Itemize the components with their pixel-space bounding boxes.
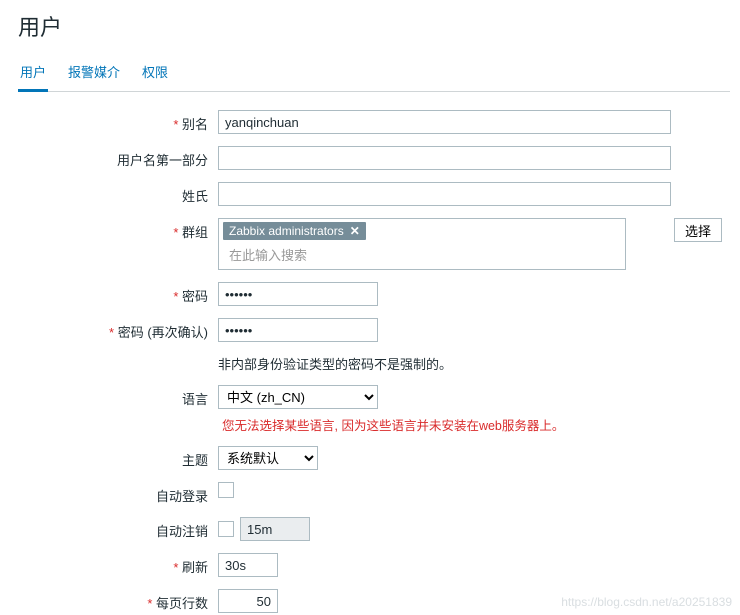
label-password: 密码 — [18, 282, 218, 305]
autologout-input — [240, 517, 310, 541]
label-groups: 群组 — [18, 218, 218, 241]
tab-user[interactable]: 用户 — [18, 54, 48, 92]
label-language: 语言 — [18, 385, 218, 408]
language-warning: 您无法选择某些语言, 因为这些语言并未安装在web服务器上。 — [218, 415, 564, 434]
tab-permissions[interactable]: 权限 — [140, 54, 170, 91]
autologout-checkbox[interactable] — [218, 521, 234, 537]
select-groups-button[interactable]: 选择 — [674, 218, 722, 242]
theme-select[interactable]: 系统默认 — [218, 446, 318, 470]
user-form: 别名 用户名第一部分 姓氏 群组 Zabbix administrators ✕ — [0, 92, 740, 615]
password-confirm-input[interactable] — [218, 318, 378, 342]
label-name: 用户名第一部分 — [18, 146, 218, 169]
rows-input[interactable] — [218, 589, 278, 613]
refresh-input[interactable] — [218, 553, 278, 577]
autologin-checkbox[interactable] — [218, 482, 234, 498]
group-tag-label: Zabbix administrators — [229, 224, 344, 238]
name-input[interactable] — [218, 146, 671, 170]
label-rows: 每页行数 — [18, 589, 218, 612]
alias-input[interactable] — [218, 110, 671, 134]
password-input[interactable] — [218, 282, 378, 306]
label-surname: 姓氏 — [18, 182, 218, 205]
surname-input[interactable] — [218, 182, 671, 206]
groups-search-input[interactable] — [223, 243, 621, 267]
label-password2: 密码 (再次确认) — [18, 318, 218, 341]
language-select[interactable]: 中文 (zh_CN) — [218, 385, 378, 409]
remove-group-icon[interactable]: ✕ — [350, 224, 360, 238]
group-tag[interactable]: Zabbix administrators ✕ — [223, 222, 366, 240]
label-alias: 别名 — [18, 110, 218, 133]
label-autologout: 自动注销 — [18, 517, 218, 540]
page-title: 用户 — [0, 0, 740, 54]
label-autologin: 自动登录 — [18, 482, 218, 505]
label-theme: 主题 — [18, 446, 218, 469]
groups-multiselect[interactable]: Zabbix administrators ✕ — [218, 218, 626, 270]
label-refresh: 刷新 — [18, 553, 218, 576]
tab-media[interactable]: 报警媒介 — [66, 54, 122, 91]
tabs: 用户 报警媒介 权限 — [18, 54, 730, 92]
password-hint: 非内部身份验证类型的密码不是强制的。 — [218, 354, 452, 373]
